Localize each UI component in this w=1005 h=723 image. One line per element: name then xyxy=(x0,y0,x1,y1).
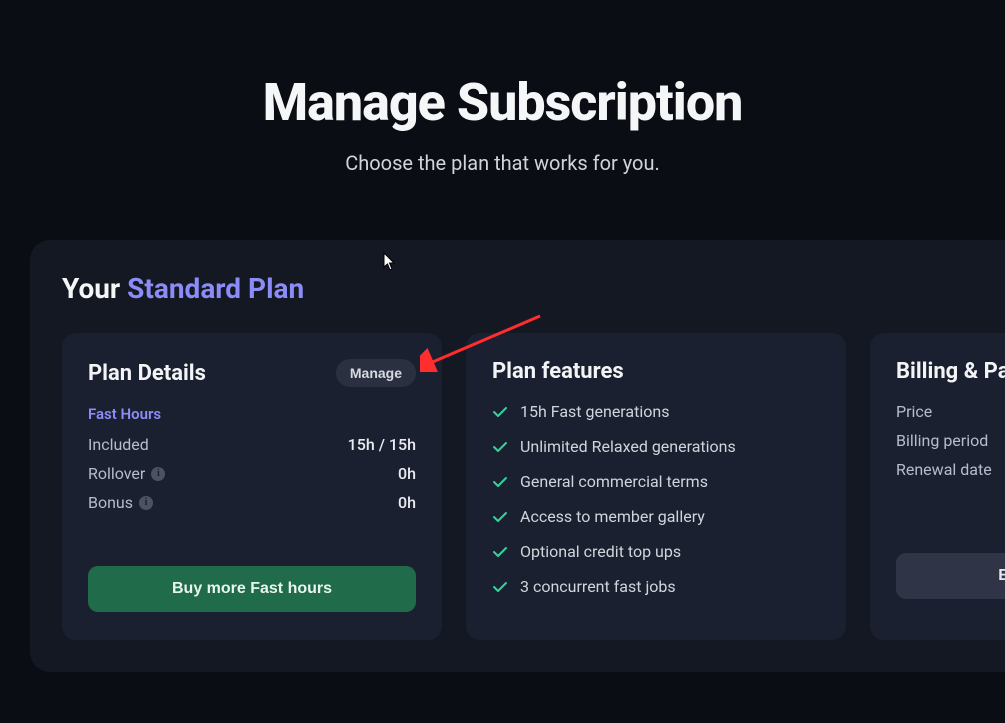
feature-text: 15h Fast generations xyxy=(520,402,669,421)
feature-item: Unlimited Relaxed generations xyxy=(492,437,820,456)
check-icon xyxy=(492,544,508,560)
rollover-label: Rollover i xyxy=(88,464,165,483)
buy-fast-hours-button[interactable]: Buy more Fast hours xyxy=(88,566,416,612)
check-icon xyxy=(492,474,508,490)
feature-item: 3 concurrent fast jobs xyxy=(492,577,820,596)
check-icon xyxy=(492,439,508,455)
bonus-label: Bonus i xyxy=(88,493,153,512)
page-subtitle: Choose the plan that works for you. xyxy=(0,151,1005,175)
check-icon xyxy=(492,579,508,595)
plan-details-card: Plan Details Manage Fast Hours Included … xyxy=(62,333,442,640)
info-icon[interactable]: i xyxy=(151,467,165,481)
included-label: Included xyxy=(88,435,149,454)
billing-renewal-label: Renewal date xyxy=(896,460,1005,479)
plan-name: Standard Plan xyxy=(127,272,304,305)
plan-heading: Your Standard Plan xyxy=(62,272,1005,305)
rollover-row: Rollover i 0h xyxy=(88,464,416,483)
billing-card: Billing & Payment Price Billing period R… xyxy=(870,333,1005,640)
feature-item: General commercial terms xyxy=(492,472,820,491)
plan-features-card: Plan features 15h Fast generations Unlim… xyxy=(466,333,846,640)
plan-prefix: Your xyxy=(62,272,127,305)
feature-text: General commercial terms xyxy=(520,472,708,491)
subscription-panel: Your Standard Plan Plan Details Manage F… xyxy=(30,240,1005,672)
feature-item: Access to member gallery xyxy=(492,507,820,526)
billing-period-label: Billing period xyxy=(896,431,1005,450)
billing-price-label: Price xyxy=(896,402,1005,421)
manage-button[interactable]: Manage xyxy=(336,359,416,387)
bonus-row: Bonus i 0h xyxy=(88,493,416,512)
feature-text: Access to member gallery xyxy=(520,507,705,526)
check-icon xyxy=(492,509,508,525)
edit-billing-button[interactable]: Edit Billing xyxy=(896,553,1005,599)
plan-details-title: Plan Details xyxy=(88,361,206,386)
feature-item: Optional credit top ups xyxy=(492,542,820,561)
feature-text: 3 concurrent fast jobs xyxy=(520,577,676,596)
feature-item: 15h Fast generations xyxy=(492,402,820,421)
feature-text: Unlimited Relaxed generations xyxy=(520,437,736,456)
check-icon xyxy=(492,404,508,420)
rollover-value: 0h xyxy=(398,464,416,483)
feature-list: 15h Fast generations Unlimited Relaxed g… xyxy=(492,402,820,596)
plan-features-title: Plan features xyxy=(492,359,624,384)
info-icon[interactable]: i xyxy=(139,496,153,510)
feature-text: Optional credit top ups xyxy=(520,542,681,561)
included-row: Included 15h / 15h xyxy=(88,435,416,454)
bonus-value: 0h xyxy=(398,493,416,512)
fast-hours-label: Fast Hours xyxy=(88,405,416,423)
page-title: Manage Subscription xyxy=(0,72,1005,133)
billing-title: Billing & Payment xyxy=(896,359,1005,384)
included-value: 15h / 15h xyxy=(348,435,416,454)
